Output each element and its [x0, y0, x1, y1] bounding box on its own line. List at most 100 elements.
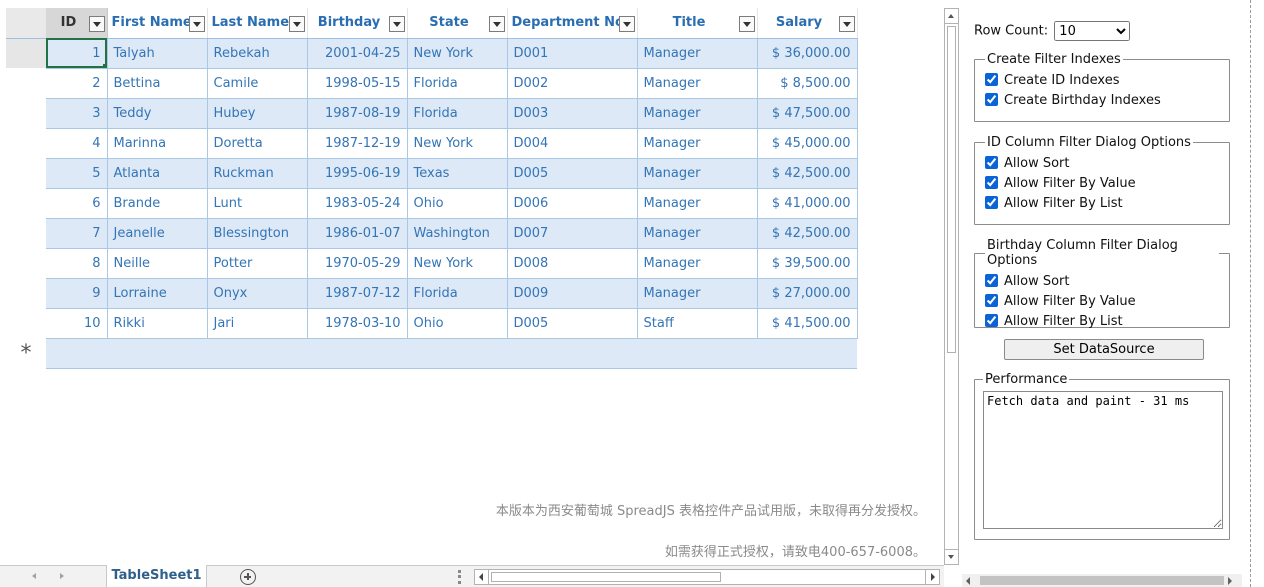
- table-row[interactable]: 5 Atlanta Ruckman 1995-06-19 Texas D005 Manage…: [6, 158, 858, 189]
- column-header-salary[interactable]: Salary: [757, 8, 858, 39]
- set-datasource-button[interactable]: Set DataSource: [1004, 339, 1204, 360]
- table-cell[interactable]: $ 45,000.00: [757, 128, 858, 159]
- table-cell[interactable]: 9: [46, 278, 108, 309]
- table-cell[interactable]: $ 41,500.00: [757, 308, 858, 339]
- table-cell[interactable]: Talyah: [107, 38, 208, 69]
- table-row[interactable]: 7 Jeanelle Blessington 1986-01-07 Washington…: [6, 218, 858, 249]
- table-cell[interactable]: $ 42,500.00: [757, 158, 858, 189]
- id-allow-filter-by-list-checkbox[interactable]: [985, 196, 998, 209]
- create-birthday-indexes-option[interactable]: Create Birthday Indexes: [985, 91, 1219, 111]
- table-cell[interactable]: Camile: [207, 68, 308, 99]
- data-grid[interactable]: ID First Name Last Name Birthday State D…: [6, 8, 858, 369]
- previous-sheet-icon[interactable]: [30, 572, 40, 582]
- table-cell[interactable]: Manager: [637, 218, 758, 249]
- row-header[interactable]: [6, 128, 46, 158]
- table-cell[interactable]: 1995-06-19: [307, 158, 408, 189]
- table-row[interactable]: 10 Rikki Jari 1978-03-10 Ohio D005 Staff $ 41,5…: [6, 308, 858, 339]
- table-cell[interactable]: Manager: [637, 98, 758, 129]
- id-allow-filter-by-value-checkbox[interactable]: [985, 176, 998, 189]
- table-row[interactable]: 2 Bettina Camile 1998-05-15 Florida D002 Manag…: [6, 68, 858, 99]
- vertical-scrollbar[interactable]: [944, 8, 959, 565]
- next-sheet-icon[interactable]: [58, 572, 68, 582]
- create-id-indexes-checkbox[interactable]: [985, 73, 998, 86]
- table-cell[interactable]: 6: [46, 188, 108, 219]
- table-cell[interactable]: $ 41,000.00: [757, 188, 858, 219]
- filter-dropdown-icon[interactable]: [838, 16, 855, 32]
- table-cell[interactable]: Washington: [407, 218, 508, 249]
- scrollbar-splitter-handle[interactable]: [458, 570, 461, 584]
- table-cell[interactable]: Florida: [407, 68, 508, 99]
- tab-tablesheet1[interactable]: TableSheet1: [106, 565, 207, 587]
- spreadsheet[interactable]: ID First Name Last Name Birthday State D…: [0, 0, 944, 587]
- id-allow-filter-by-list-option[interactable]: Allow Filter By List: [985, 194, 1219, 214]
- filter-dropdown-icon[interactable]: [738, 16, 755, 32]
- table-row[interactable]: 1 Talyah Rebekah 2001-04-25 New York D001 Mana…: [6, 38, 858, 69]
- column-header-department-no[interactable]: Department No: [507, 8, 638, 39]
- birthday-allow-filter-by-value-option[interactable]: Allow Filter By Value: [985, 292, 1219, 312]
- id-allow-filter-by-value-option[interactable]: Allow Filter By Value: [985, 174, 1219, 194]
- table-cell[interactable]: D007: [507, 218, 638, 249]
- corner-cell[interactable]: [6, 8, 47, 39]
- panel-scroll-thumb[interactable]: [980, 576, 1224, 585]
- table-cell[interactable]: Manager: [637, 158, 758, 189]
- column-header-id[interactable]: ID: [46, 8, 108, 39]
- column-header-last-name[interactable]: Last Name: [207, 8, 308, 39]
- table-cell[interactable]: D005: [507, 158, 638, 189]
- table-cell[interactable]: Jeanelle: [107, 218, 208, 249]
- filter-dropdown-icon[interactable]: [288, 16, 305, 32]
- birthday-allow-filter-by-list-checkbox[interactable]: [985, 314, 998, 327]
- table-cell[interactable]: $ 8,500.00: [757, 68, 858, 99]
- birthday-allow-sort-checkbox[interactable]: [985, 274, 998, 287]
- table-cell[interactable]: Brande: [107, 188, 208, 219]
- table-cell[interactable]: 1987-07-12: [307, 278, 408, 309]
- panel-scroll-left-icon[interactable]: [966, 577, 974, 585]
- row-header[interactable]: [6, 158, 46, 188]
- table-cell[interactable]: 3: [46, 98, 108, 129]
- table-cell[interactable]: New York: [407, 128, 508, 159]
- table-cell[interactable]: New York: [407, 248, 508, 279]
- table-cell[interactable]: Ohio: [407, 308, 508, 339]
- scroll-left-icon[interactable]: [475, 570, 489, 584]
- table-row[interactable]: 6 Brande Lunt 1983-05-24 Ohio D006 Manager $ 41…: [6, 188, 858, 219]
- table-cell[interactable]: Potter: [207, 248, 308, 279]
- table-cell[interactable]: $ 42,500.00: [757, 218, 858, 249]
- column-header-state[interactable]: State: [407, 8, 508, 39]
- table-cell[interactable]: 1970-05-29: [307, 248, 408, 279]
- table-cell[interactable]: 1986-01-07: [307, 218, 408, 249]
- table-cell[interactable]: D006: [507, 188, 638, 219]
- table-cell[interactable]: $ 39,500.00: [757, 248, 858, 279]
- table-cell[interactable]: D009: [507, 278, 638, 309]
- table-cell[interactable]: 1987-08-19: [307, 98, 408, 129]
- table-cell[interactable]: $ 27,000.00: [757, 278, 858, 309]
- table-cell[interactable]: Rikki: [107, 308, 208, 339]
- new-row[interactable]: *: [6, 338, 857, 369]
- table-cell[interactable]: Staff: [637, 308, 758, 339]
- table-cell[interactable]: D003: [507, 98, 638, 129]
- column-header-first-name[interactable]: First Name: [107, 8, 208, 39]
- row-header[interactable]: [6, 68, 46, 98]
- table-cell[interactable]: Manager: [637, 128, 758, 159]
- table-cell[interactable]: Marinna: [107, 128, 208, 159]
- filter-dropdown-icon[interactable]: [618, 16, 635, 32]
- table-cell[interactable]: Hubey: [207, 98, 308, 129]
- column-header-title[interactable]: Title: [637, 8, 758, 39]
- horizontal-scrollbar[interactable]: [474, 569, 940, 585]
- table-cell[interactable]: D001: [507, 38, 638, 69]
- table-cell[interactable]: Manager: [637, 188, 758, 219]
- filter-dropdown-icon[interactable]: [388, 16, 405, 32]
- filter-dropdown-icon[interactable]: [188, 16, 205, 32]
- table-cell[interactable]: 5: [46, 158, 108, 189]
- row-header[interactable]: [6, 188, 46, 218]
- table-row[interactable]: 3 Teddy Hubey 1987-08-19 Florida D003 Manager $…: [6, 98, 858, 129]
- table-cell[interactable]: Bettina: [107, 68, 208, 99]
- table-cell[interactable]: Florida: [407, 98, 508, 129]
- new-row-cell[interactable]: [46, 338, 857, 369]
- table-cell[interactable]: Rebekah: [207, 38, 308, 69]
- table-cell[interactable]: $ 47,500.00: [757, 98, 858, 129]
- table-cell[interactable]: 1987-12-19: [307, 128, 408, 159]
- table-cell[interactable]: Onyx: [207, 278, 308, 309]
- row-header[interactable]: [6, 248, 46, 278]
- table-cell[interactable]: 8: [46, 248, 108, 279]
- scroll-right-icon[interactable]: [925, 570, 939, 584]
- row-header[interactable]: [6, 218, 46, 248]
